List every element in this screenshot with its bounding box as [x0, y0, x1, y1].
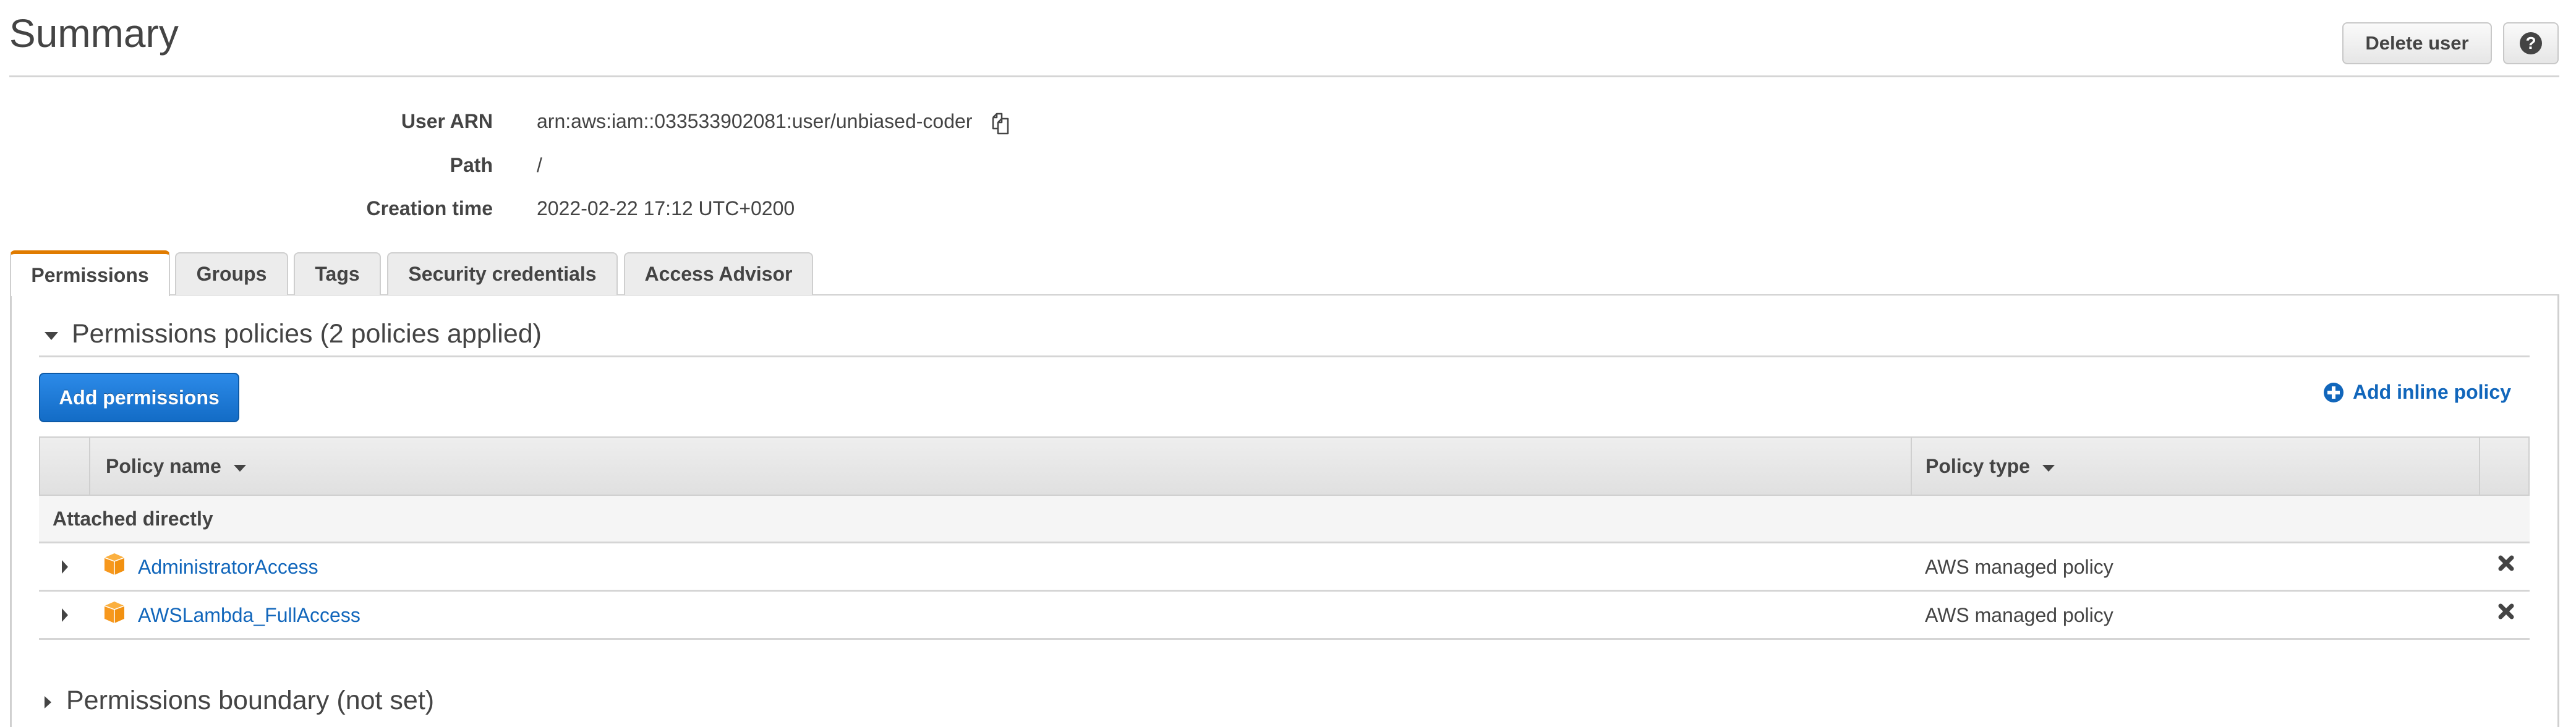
caret-right-icon [45, 696, 51, 708]
aws-managed-policy-cube-icon [104, 602, 125, 623]
tab-permissions[interactable]: Permissions [10, 250, 170, 296]
user-arn-label: User ARN [401, 110, 493, 132]
creation-time-value: 2022-02-22 17:12 UTC+0200 [537, 197, 795, 219]
expand-column-header [40, 438, 90, 495]
permissions-policies-toggle[interactable]: Permissions policies (2 policies applied… [45, 318, 542, 349]
page-title: Summary [9, 11, 179, 56]
sort-caret-icon [233, 464, 246, 472]
plus-circle-icon [2324, 382, 2344, 402]
tab-groups[interactable]: Groups [175, 252, 288, 295]
column-header-policy-type[interactable]: Policy type [1912, 438, 2480, 495]
caret-down-icon [45, 331, 58, 340]
path-value: / [537, 154, 542, 176]
permissions-boundary-toggle[interactable]: Permissions boundary (not set) [45, 685, 434, 716]
table-row: AdministratorAccess AWS managed policy [39, 543, 2530, 592]
help-button[interactable]: ? [2503, 22, 2559, 64]
header-divider [9, 75, 2559, 77]
creation-time-label: Creation time [366, 197, 493, 219]
permissions-boundary-title: Permissions boundary (not set) [66, 686, 435, 715]
policy-link[interactable]: AdministratorAccess [138, 553, 318, 580]
column-header-label: Policy name [106, 454, 221, 477]
tab-security-credentials[interactable]: Security credentials [387, 252, 618, 295]
action-column-header [2480, 438, 2528, 495]
expand-row-icon[interactable] [62, 608, 68, 622]
add-inline-policy-link[interactable]: Add inline policy [2324, 381, 2511, 404]
copy-icon[interactable] [989, 111, 1014, 136]
section-divider [39, 355, 2530, 357]
table-header: Policy name Policy type [39, 436, 2530, 496]
tab-access-advisor[interactable]: Access Advisor [624, 252, 813, 295]
column-header-policy-name[interactable]: Policy name [90, 438, 1912, 495]
add-permissions-button[interactable]: Add permissions [39, 373, 239, 422]
delete-user-button[interactable]: Delete user [2342, 22, 2492, 64]
path-label: Path [450, 154, 493, 176]
sort-caret-icon [2042, 464, 2055, 472]
column-header-label: Policy type [1926, 454, 2030, 477]
group-row-attached-directly: Attached directly [39, 496, 2530, 543]
expand-row-icon[interactable] [62, 560, 68, 574]
aws-managed-policy-cube-icon [104, 553, 125, 575]
policy-type: AWS managed policy [1925, 604, 2113, 626]
tab-tags[interactable]: Tags [294, 252, 381, 295]
remove-policy-icon[interactable] [2497, 603, 2515, 620]
policy-type: AWS managed policy [1925, 556, 2113, 578]
add-inline-policy-label: Add inline policy [2353, 381, 2512, 403]
question-circle-icon: ? [2520, 32, 2542, 54]
policy-link[interactable]: AWSLambda_FullAccess [138, 602, 360, 629]
policies-table: Policy name Policy type Attached directl… [39, 436, 2530, 640]
remove-policy-icon[interactable] [2497, 555, 2515, 572]
permissions-policies-title: Permissions policies (2 policies applied… [72, 319, 542, 349]
table-row: AWSLambda_FullAccess AWS managed policy [39, 592, 2530, 640]
user-arn-value: arn:aws:iam::033533902081:user/unbiased-… [537, 110, 973, 132]
